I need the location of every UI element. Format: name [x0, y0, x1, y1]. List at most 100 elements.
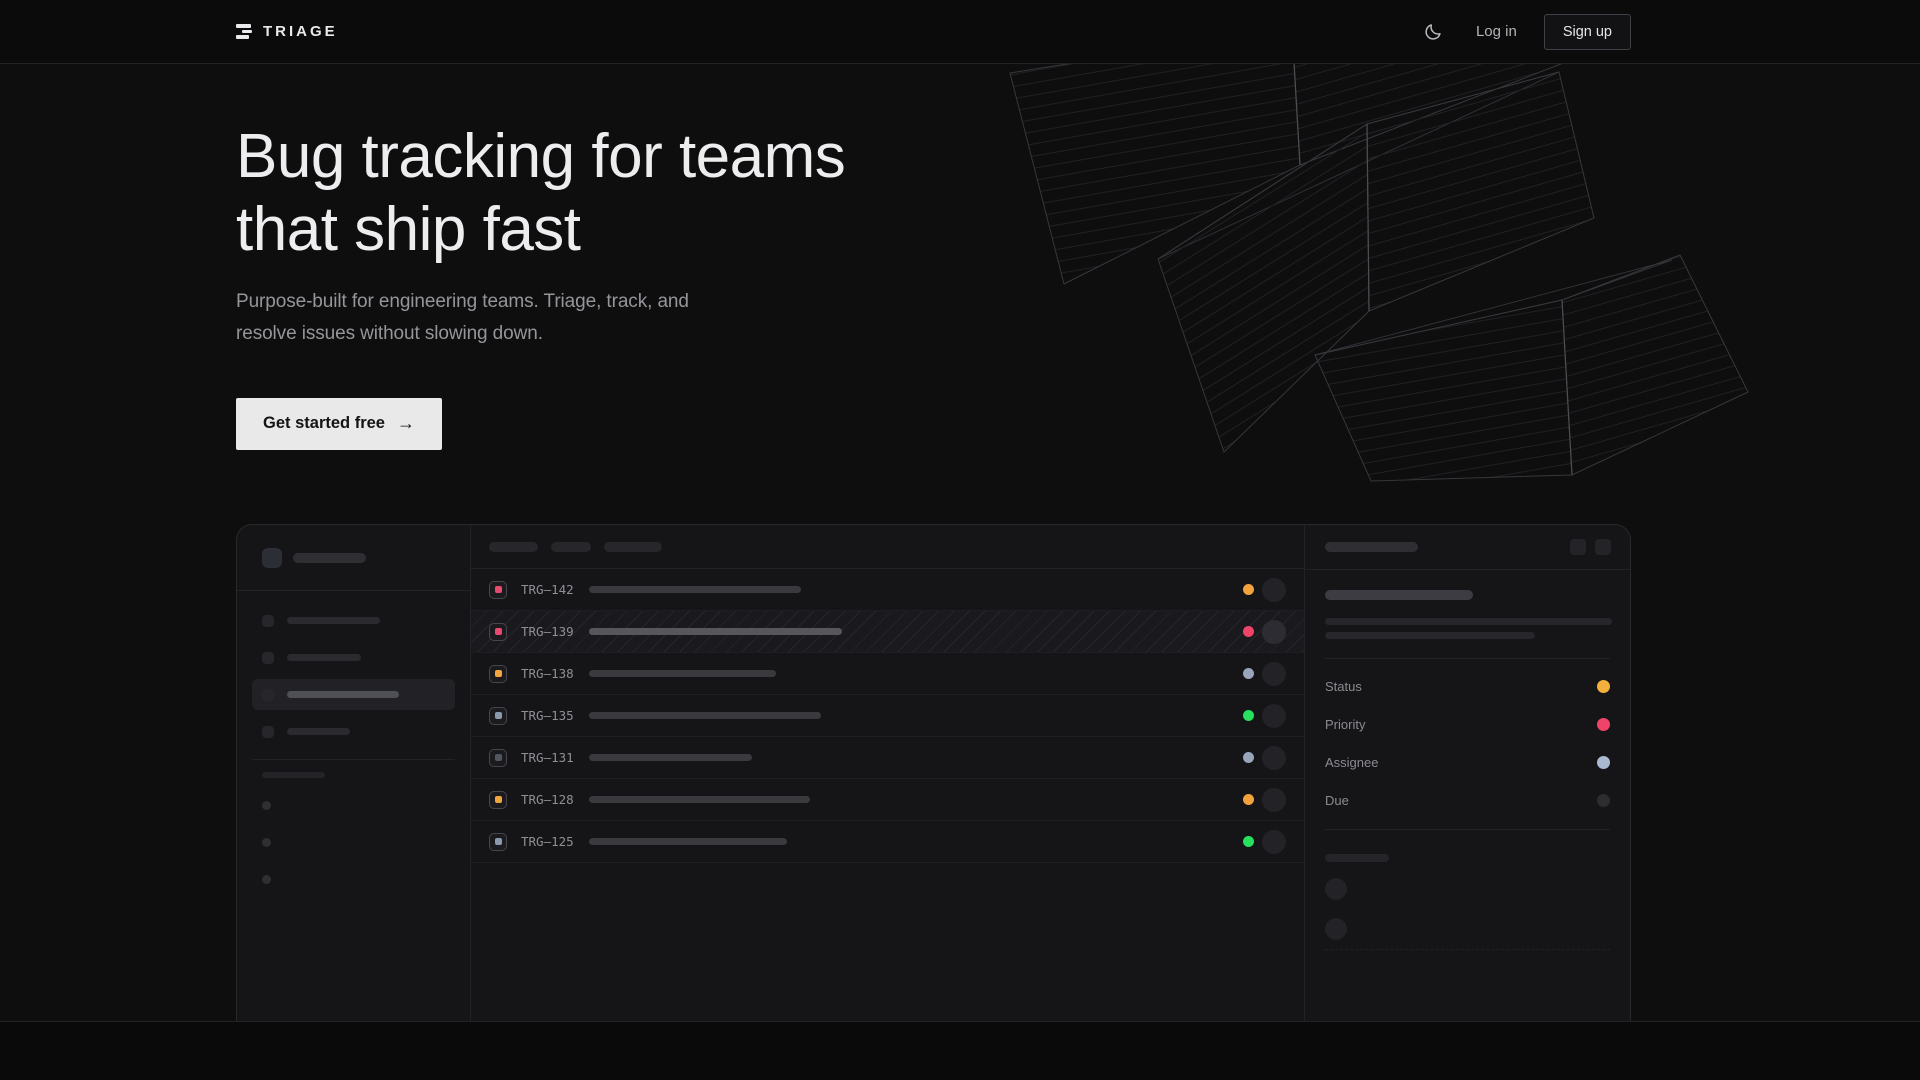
issue-id: TRG–139 — [521, 624, 589, 639]
status-dot — [1243, 710, 1254, 721]
issue-row: TRG–142 — [471, 569, 1304, 611]
field-label: Priority — [1325, 717, 1365, 732]
nav-item-label-placeholder — [287, 654, 361, 661]
detail-fields: Status Priority Assignee Due — [1325, 659, 1610, 819]
nav-item-label-placeholder — [287, 617, 380, 624]
issue-id: TRG–125 — [521, 834, 589, 849]
issue-title-placeholder — [589, 838, 787, 845]
detail-field: Status — [1325, 667, 1610, 705]
detail-action-button — [1570, 539, 1586, 555]
issue-title-placeholder — [589, 712, 821, 719]
brand[interactable]: TRIAGE — [236, 23, 338, 40]
comment-avatar-placeholder — [1325, 878, 1347, 900]
nav-item-icon-placeholder — [262, 726, 274, 738]
issue-row: TRG–125 — [471, 821, 1304, 863]
assignee-avatar — [1262, 662, 1286, 686]
hero-title-line2: that ship fast — [236, 195, 581, 264]
sidebar-nav-item — [252, 605, 455, 636]
sidebar-section-label-placeholder — [262, 772, 325, 778]
issue-id: TRG–138 — [521, 666, 589, 681]
hero-subtitle-line1: Purpose-built for engineering teams. Tri… — [236, 291, 689, 312]
issue-type-icon — [489, 833, 507, 851]
issue-title-placeholder — [589, 754, 752, 761]
issue-id: TRG–131 — [521, 750, 589, 765]
signup-button[interactable]: Sign up — [1544, 14, 1631, 50]
issue-type-icon — [489, 665, 507, 683]
issue-type-icon — [489, 791, 507, 809]
issue-type-icon — [489, 707, 507, 725]
issue-row-meta — [1243, 578, 1286, 602]
issue-row: TRG–138 — [471, 653, 1304, 695]
preview-sidebar-nav — [237, 591, 470, 747]
login-link[interactable]: Log in — [1476, 23, 1517, 40]
status-dot — [1243, 668, 1254, 679]
nav-item-label-placeholder — [287, 691, 399, 698]
issue-id: TRG–142 — [521, 582, 589, 597]
workspace-name-placeholder — [293, 553, 366, 563]
status-dot — [1243, 794, 1254, 805]
preview-issue-list: TRG–142 TRG–139 TRG–138 TRG–135 TRG– — [471, 525, 1304, 1021]
sidebar-nav-item — [252, 642, 455, 673]
detail-header-buttons — [1570, 539, 1611, 555]
issue-title-placeholder — [589, 586, 801, 593]
issue-row: TRG–128 — [471, 779, 1304, 821]
field-label: Assignee — [1325, 755, 1378, 770]
assignee-avatar — [1262, 788, 1286, 812]
field-label: Status — [1325, 679, 1362, 694]
brand-name: TRIAGE — [263, 23, 338, 40]
issue-type-icon — [489, 581, 507, 599]
issue-row-meta — [1243, 788, 1286, 812]
top-nav: TRIAGE Log in Sign up — [0, 0, 1920, 64]
sidebar-nav-item — [252, 679, 455, 710]
nav-item-icon-placeholder — [262, 615, 274, 627]
hero-title-line1: Bug tracking for teams — [236, 122, 845, 191]
detail-field: Priority — [1325, 705, 1610, 743]
detail-action-button — [1595, 539, 1611, 555]
nav-item-label-placeholder — [287, 728, 350, 735]
issue-row-meta — [1243, 830, 1286, 854]
status-dot — [1243, 836, 1254, 847]
issue-title-placeholder — [1325, 590, 1473, 600]
triage-logo-icon — [236, 23, 252, 40]
preview-sidebar-section — [252, 759, 455, 884]
list-filter-placeholder — [551, 542, 591, 552]
issue-description-placeholder — [1325, 618, 1612, 625]
status-dot — [1243, 584, 1254, 595]
comments-label-placeholder — [1325, 854, 1389, 862]
hero-subtitle: Purpose-built for engineering teams. Tri… — [236, 286, 1920, 351]
assignee-avatar — [1262, 830, 1286, 854]
issue-type-icon — [489, 749, 507, 767]
field-label: Due — [1325, 793, 1349, 808]
moon-icon — [1424, 22, 1443, 41]
issue-row-meta — [1243, 662, 1286, 686]
issue-row: TRG–139 — [471, 611, 1304, 653]
theme-toggle-button[interactable] — [1422, 20, 1446, 44]
list-filter-placeholder — [604, 542, 662, 552]
field-value-dot — [1597, 718, 1610, 731]
detail-panel-header — [1305, 525, 1630, 570]
get-started-button[interactable]: Get started free → — [236, 398, 442, 450]
hero-subtitle-line2: resolve issues without slowing down. — [236, 323, 543, 344]
sidebar-dots — [262, 801, 455, 884]
issue-row-meta — [1243, 704, 1286, 728]
status-dot — [1243, 752, 1254, 763]
assignee-avatar — [1262, 578, 1286, 602]
issue-id: TRG–128 — [521, 792, 589, 807]
detail-field: Assignee — [1325, 743, 1610, 781]
issue-title-placeholder — [589, 796, 810, 803]
assignee-avatar — [1262, 620, 1286, 644]
field-value-dot — [1597, 794, 1610, 807]
detail-panel-body: Status Priority Assignee Due — [1305, 570, 1630, 970]
detail-field: Due — [1325, 781, 1610, 819]
nav-item-icon-placeholder — [262, 689, 274, 701]
app-preview-card: TRG–142 TRG–139 TRG–138 TRG–135 TRG– — [236, 524, 1631, 1021]
assignee-avatar — [1262, 704, 1286, 728]
issue-type-icon — [489, 623, 507, 641]
assignee-avatar — [1262, 746, 1286, 770]
issue-row: TRG–135 — [471, 695, 1304, 737]
comment-avatar-placeholder — [1325, 918, 1347, 940]
issue-title-placeholder — [589, 628, 842, 635]
arrow-right-icon: → — [397, 413, 415, 434]
field-value-dot — [1597, 680, 1610, 693]
detail-title-placeholder — [1325, 542, 1418, 552]
